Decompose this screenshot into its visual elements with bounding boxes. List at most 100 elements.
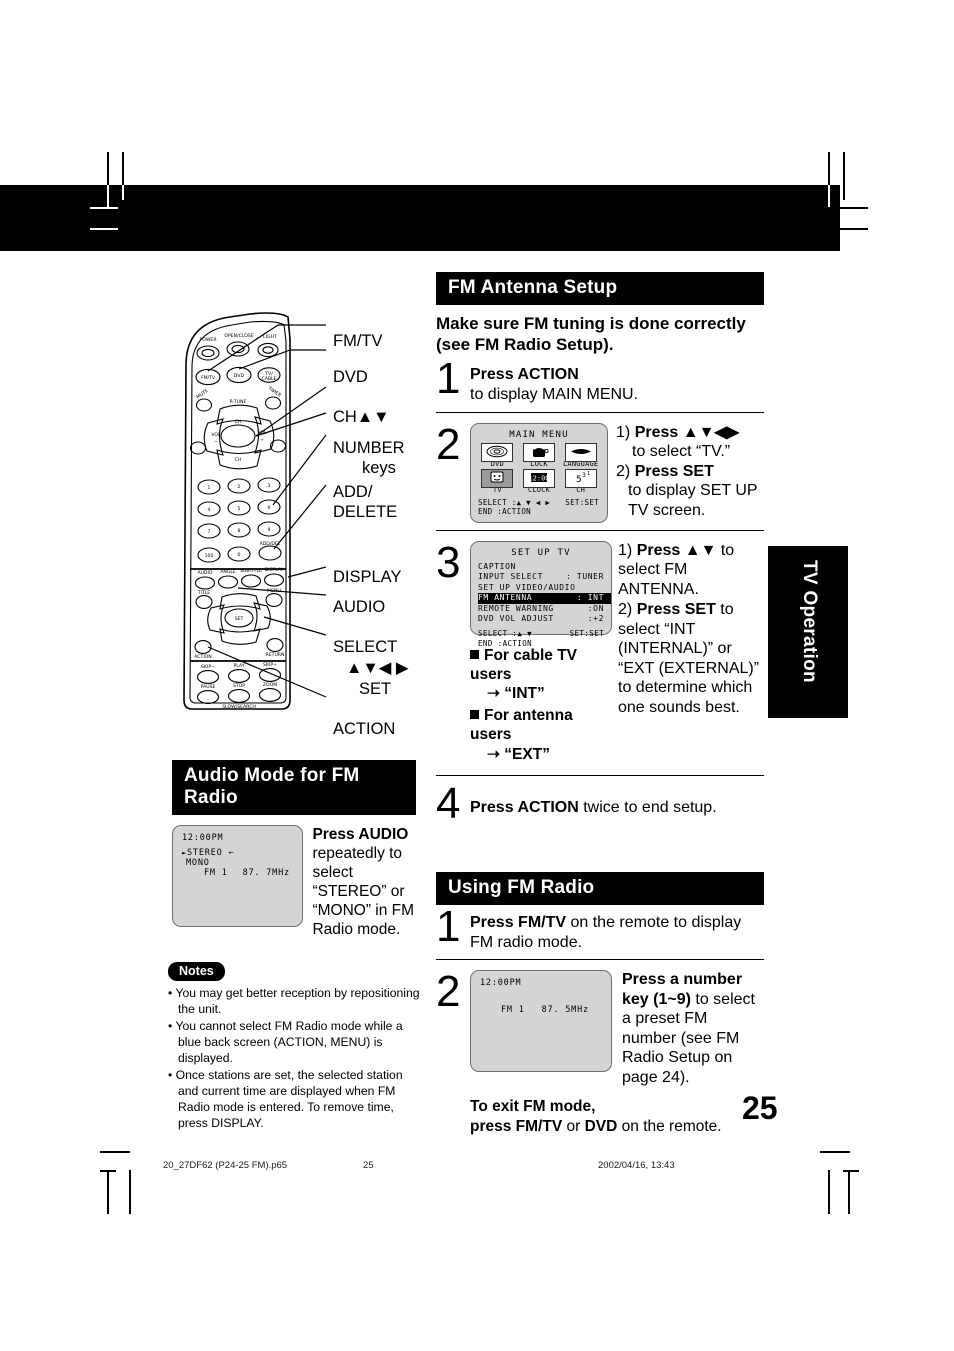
- osd-station: FM 1: [204, 868, 228, 878]
- divider: [436, 959, 764, 961]
- svg-text:VOL: VOL: [211, 432, 221, 438]
- main-menu-item-dvd[interactable]: DVD: [478, 442, 517, 469]
- svg-text:3: 3: [582, 472, 586, 479]
- svg-text:6: 6: [268, 505, 271, 511]
- main-menu-label-lock: LOCK: [530, 459, 548, 468]
- step-2-instr-2: 2) Press SET to display SET UP TV screen…: [616, 462, 764, 521]
- notes-label: Notes: [168, 962, 225, 981]
- osd-frequency: 87. 7MHz: [242, 868, 290, 878]
- using-fm-radio-title: Using FM Radio: [436, 872, 764, 905]
- lock-icon: [522, 442, 555, 462]
- fm-exit-dvd: DVD: [584, 1117, 618, 1135]
- svg-text:AUDIO: AUDIO: [197, 570, 212, 576]
- channel-icon: 531: [564, 469, 597, 489]
- main-menu-footer-end: END :ACTION: [478, 507, 531, 517]
- fm-exit-line-1: To exit FM mode,: [470, 1098, 596, 1116]
- svg-text:9: 9: [268, 527, 271, 533]
- main-menu-label-clock: CLOCK: [527, 486, 551, 495]
- setup-tv-row-selected[interactable]: FM ANTENNA : INT: [478, 593, 611, 604]
- notes-list: You may get better reception by repositi…: [168, 986, 420, 1132]
- callout-action: ACTION: [333, 720, 396, 738]
- svg-text:DVD: DVD: [234, 373, 245, 379]
- setup-tv-row-name: CAPTION: [478, 561, 516, 571]
- svg-text:SUBTITLE: SUBTITLE: [240, 568, 262, 574]
- svg-text:TITLE: TITLE: [197, 590, 211, 596]
- step-2-instr-1-num: 1): [616, 423, 631, 441]
- setup-tv-osd-title: SET UP TV: [511, 547, 571, 558]
- callout-ch-updown: CH▲▼: [333, 408, 390, 426]
- setup-tv-row-name: SET UP VIDEO/AUDIO: [478, 582, 576, 592]
- svg-text:100: 100: [205, 553, 214, 559]
- manual-page: TV Operation POWER OPEN/CLOSE LIGHT FM/T…: [0, 0, 954, 1351]
- main-menu-osd-title: MAIN MENU: [509, 429, 569, 440]
- square-bullet-icon: [470, 710, 479, 720]
- setup-tv-row-name: REMOTE WARNING: [478, 603, 554, 613]
- osd-mono-label: MONO: [186, 858, 210, 868]
- svg-text:SKIP−: SKIP−: [201, 664, 215, 670]
- main-menu-item-clock[interactable]: 12:00 CLOCK: [520, 469, 559, 495]
- callout-number-keys-2: keys: [362, 459, 396, 477]
- antenna-users-sub: ➝ “EXT”: [487, 745, 550, 763]
- audio-mode-title: Audio Mode for FM Radio: [172, 760, 416, 815]
- main-menu-item-ch[interactable]: 531 CH: [561, 469, 600, 495]
- page-number: 25: [742, 1090, 778, 1126]
- crop-mark-br-h: [820, 1151, 850, 1153]
- main-menu-footer: SET:SET SELECT :▲ ▼ ◀ ▶ END :ACTION: [471, 495, 607, 517]
- crop-mark-br-v2: [848, 1170, 850, 1214]
- crop-mark-br-h2: [843, 1170, 859, 1172]
- main-menu-item-lock[interactable]: LOCK: [520, 442, 559, 469]
- step-3-instr-2: 2) Press SET to select “INT (INTERNAL)” …: [618, 600, 764, 717]
- fm-osd-station: FM 1: [501, 1005, 525, 1016]
- callout-number-keys: NUMBER: [333, 439, 405, 457]
- setup-tv-row[interactable]: REMOTE WARNING :ON: [478, 604, 611, 615]
- fm-osd-frequency: 87. 5MHz: [541, 1005, 589, 1016]
- setup-tv-row[interactable]: DVD VOL ADJUST :+2: [478, 614, 611, 625]
- right-column: FM Antenna Setup Make sure FM tuning is …: [436, 272, 764, 828]
- svg-text:LIGHT: LIGHT: [263, 334, 277, 340]
- svg-text:SET: SET: [235, 616, 244, 622]
- step-3-instr-1-bold: Press ▲▼: [636, 541, 717, 559]
- fm-exit-or: or: [566, 1117, 581, 1135]
- setup-tv-row[interactable]: INPUT SELECT : TUNER: [478, 572, 611, 583]
- svg-text:7: 7: [208, 529, 211, 535]
- crop-mark-tr-h1: [838, 207, 868, 209]
- step-3-instructions: 1) Press ▲▼ to select FM ANTENNA. 2) Pre…: [618, 539, 764, 718]
- fm-step-1-body: Press FM/TV on the remote to display FM …: [470, 907, 764, 952]
- main-menu-item-language[interactable]: LANGUAGE: [561, 442, 600, 469]
- step-2-instr-1-text: to select “TV.”: [632, 443, 731, 461]
- svg-text:8: 8: [238, 528, 241, 534]
- audio-mode-bold: Press AUDIO: [312, 826, 409, 843]
- footer-page: 25: [363, 1160, 374, 1171]
- step-3-instr-1-num: 1): [618, 541, 633, 559]
- setup-tv-row[interactable]: SET UP VIDEO/AUDIO: [478, 583, 611, 594]
- svg-text:PAUSE: PAUSE: [201, 684, 216, 690]
- callout-display: DISPLAY: [333, 568, 402, 586]
- svg-text:DISPLAY: DISPLAY: [265, 567, 284, 573]
- fm-radio-osd-screen: 12:00PM FM 1 87. 5MHz: [470, 970, 612, 1073]
- svg-text:SLOW/SEARCH: SLOW/SEARCH: [222, 704, 256, 710]
- fm-exit-press-fmtv: press FM/TV: [470, 1117, 563, 1135]
- fm-step-1-bold: Press FM/TV: [470, 914, 567, 931]
- svg-text:PLAY: PLAY: [233, 663, 244, 669]
- svg-text:POWER: POWER: [199, 337, 217, 343]
- svg-text:R-TUNE: R-TUNE: [230, 399, 247, 405]
- fm-exit-instructions: To exit FM mode, press FM/TV or DVD on t…: [436, 1097, 764, 1137]
- main-menu-item-tv[interactable]: TV: [478, 469, 517, 495]
- section-tab-tv-operation: TV Operation: [768, 546, 848, 718]
- svg-text:CH: CH: [235, 457, 242, 463]
- setup-tv-osd-screen: SET UP TV CAPTION INPUT SELECT : TUNER S…: [470, 540, 612, 648]
- step-3-number: 3: [436, 537, 461, 587]
- svg-text:FM/TV: FM/TV: [201, 375, 216, 381]
- main-menu-icon-grid: DVD LOCK LANGUAGE TV 12:00 CLOCK 5 3 1 C…: [471, 440, 607, 495]
- osd-mono-row: MONO: [173, 858, 302, 868]
- setup-tv-row-name: DVD VOL ADJUST: [478, 614, 554, 624]
- footer-timestamp: 2002/04/16, 13:43: [598, 1160, 675, 1171]
- cable-tv-users-bullet: For cable TV users ➝ “INT”: [470, 646, 612, 704]
- callout-select: SELECT: [333, 638, 398, 656]
- svg-text:3: 3: [268, 483, 271, 489]
- svg-text:OPEN/CLOSE: OPEN/CLOSE: [224, 333, 253, 339]
- setup-tv-row[interactable]: CAPTION: [478, 562, 611, 573]
- audio-mode-osd-screen: 12:00PM ►STEREO ← MONO FM 1 87. 7MHz: [172, 825, 304, 927]
- step-4-number: 4: [436, 778, 461, 828]
- step-2-instr-2-num: 2): [616, 462, 631, 480]
